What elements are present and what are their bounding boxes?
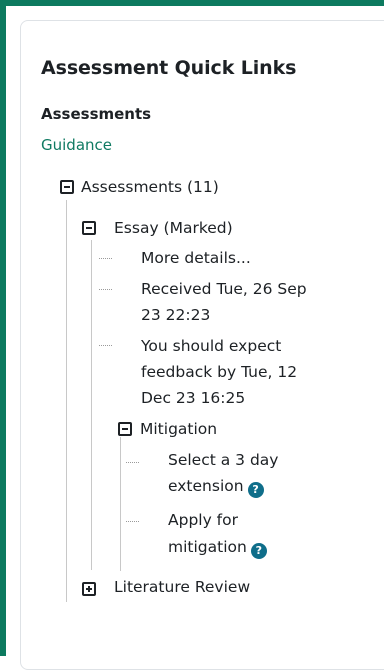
tree-guide-mitigation	[120, 437, 121, 571]
tree-node-essay[interactable]: Essay (Marked)	[114, 216, 233, 240]
tree-guide-root	[66, 200, 67, 602]
extension-label[interactable]: extension	[168, 477, 244, 495]
tree-connector	[126, 462, 139, 463]
help-icon[interactable]: ?	[250, 543, 267, 559]
tree-connector	[99, 289, 112, 290]
more-details-item[interactable]: More details...	[141, 246, 251, 270]
guidance-link[interactable]: Guidance	[41, 135, 112, 155]
collapse-toggle-icon[interactable]	[118, 422, 132, 436]
tree-node-literature-review[interactable]: Literature Review	[114, 575, 250, 599]
tree-node-mitigation[interactable]: Mitigation	[140, 417, 217, 441]
block-title: Assessment Quick Links	[41, 57, 297, 79]
apply-line-2[interactable]: mitigation?	[168, 535, 267, 559]
expand-toggle-icon[interactable]	[82, 582, 96, 596]
collapse-toggle-icon[interactable]	[60, 180, 74, 194]
feedback-line-2: feedback by Tue, 12	[141, 363, 298, 381]
tree-node-assessments[interactable]: Assessments (11)	[81, 175, 219, 199]
received-line-2: 23 22:23	[141, 306, 211, 324]
tree-connector	[99, 345, 112, 346]
tree-guide-essay	[91, 240, 92, 570]
feedback-line-3: Dec 23 16:25	[141, 389, 246, 407]
collapse-toggle-icon[interactable]	[82, 221, 96, 235]
extension-line-1[interactable]: Select a 3 day	[168, 448, 278, 472]
received-line-1: Received Tue, 26 Sep	[141, 280, 307, 298]
extension-line-2[interactable]: extension?	[168, 474, 264, 498]
apply-line-1[interactable]: Apply for	[168, 508, 238, 532]
tree-connector	[126, 521, 139, 522]
feedback-line-1: You should expect	[141, 337, 282, 355]
apply-mitigation-label[interactable]: mitigation	[168, 538, 247, 556]
help-icon[interactable]: ?	[247, 482, 264, 498]
tree-connector	[99, 258, 112, 259]
section-heading: Assessments	[41, 105, 152, 123]
